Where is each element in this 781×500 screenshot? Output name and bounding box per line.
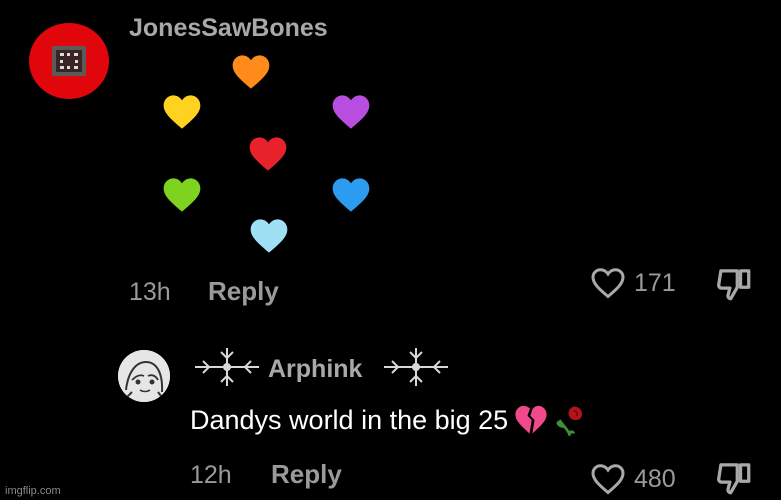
like-heart-icon[interactable] [590, 462, 626, 496]
dislike-icon[interactable] [714, 460, 754, 496]
comment-body: Dandys world in the big 25 [190, 403, 586, 437]
watermark: imgflip.com [5, 485, 61, 497]
broken-heart-icon [515, 405, 547, 434]
yellow-heart-icon [163, 95, 201, 129]
wilted-rose-icon [556, 406, 583, 437]
sketch-avatar-image [118, 350, 170, 402]
avatar-image [52, 46, 86, 76]
reply-button[interactable]: Reply [208, 276, 279, 307]
username[interactable]: JonesSawBones [129, 14, 328, 43]
light-blue-heart-icon [250, 219, 288, 253]
timestamp: 13h [129, 278, 171, 306]
purple-heart-icon [332, 95, 370, 129]
reply-button[interactable]: Reply [271, 459, 342, 490]
cross-ornament-left-icon [195, 348, 259, 386]
username[interactable]: Arphink [268, 355, 362, 384]
timestamp: 12h [190, 461, 232, 489]
like-heart-icon[interactable] [590, 266, 626, 300]
like-count: 480 [634, 465, 676, 493]
orange-heart-icon [232, 55, 270, 89]
red-heart-icon [249, 137, 287, 171]
blue-heart-icon [332, 178, 370, 212]
comment-text: Dandys world in the big 25 [190, 404, 509, 435]
avatar[interactable] [118, 350, 170, 402]
cross-ornament-right-icon [384, 348, 448, 386]
green-heart-icon [163, 178, 201, 212]
avatar[interactable] [29, 23, 109, 99]
dislike-icon[interactable] [714, 266, 754, 302]
like-count: 171 [634, 269, 676, 297]
